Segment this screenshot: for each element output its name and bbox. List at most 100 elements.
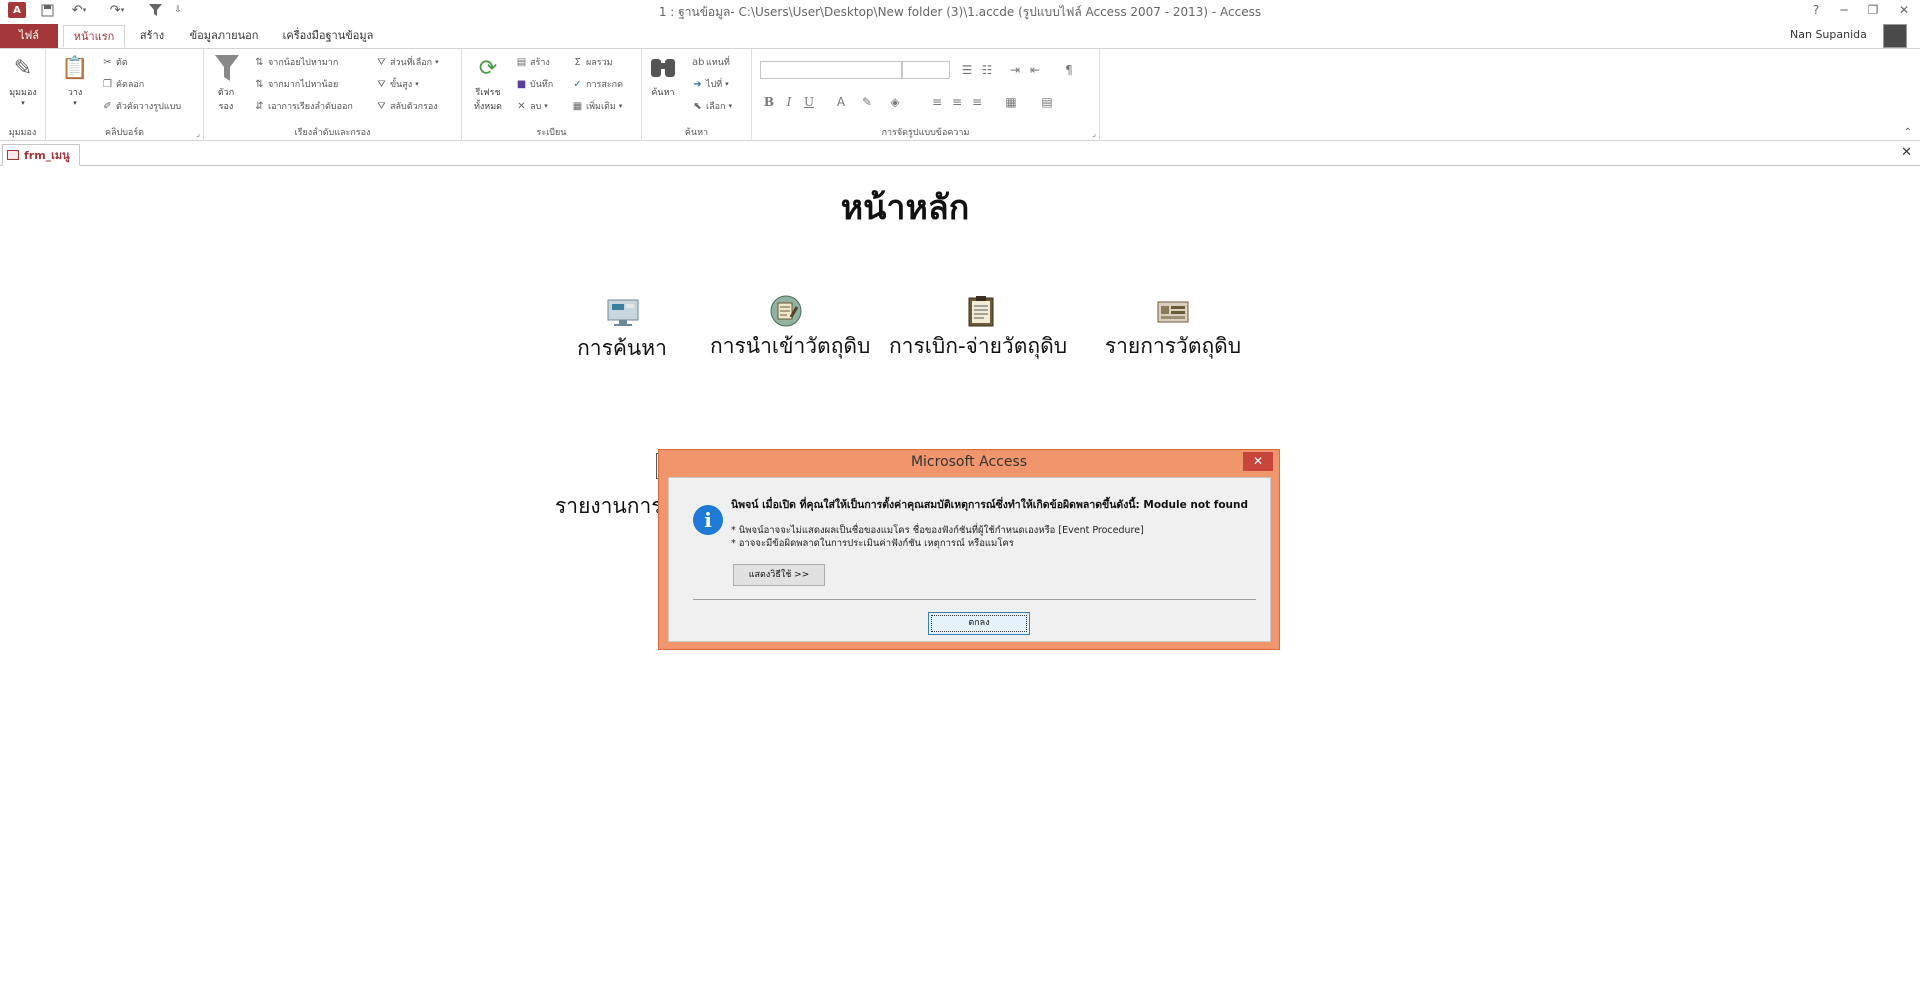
dropdown-arrow-icon: ▾ — [618, 102, 623, 110]
dropdown-arrow-icon: ▾ — [728, 102, 732, 110]
replace-icon: ab — [692, 56, 705, 68]
window-title: 1 : ฐานข้อมูล- C:\Users\User\Desktop\New… — [658, 5, 1262, 19]
paragraph-icon[interactable]: ¶ — [1060, 61, 1078, 79]
help-button[interactable]: ? — [1805, 1, 1827, 19]
copy-button[interactable]: ❐ คัดลอก — [102, 77, 144, 91]
font-size-select[interactable] — [902, 61, 950, 79]
tab-external-data[interactable]: ข้อมูลภายนอก — [186, 25, 262, 47]
save-icon: ■ — [516, 78, 527, 90]
cut-label: ตัด — [116, 58, 128, 68]
more-button[interactable]: ▦ เพิ่มเติม ▾ — [572, 99, 623, 113]
decrease-indent-icon[interactable]: ⇤ — [1026, 61, 1044, 79]
records-group-label: ระเบียน — [536, 128, 567, 138]
show-help-button[interactable]: แสดงวิธีใช้ >> — [733, 564, 825, 586]
sort-ascending-button[interactable]: ⇅ จากน้อยไปหามาก — [254, 55, 338, 69]
save-record-button[interactable]: ■ บันทึก — [516, 77, 553, 91]
selection-filter-icon: ⛛ — [377, 56, 386, 68]
bullet-list-icon[interactable]: ☰ — [958, 61, 976, 79]
tab-database-tools[interactable]: เครื่องมือฐานข้อมูล — [278, 25, 378, 47]
close-window-button[interactable]: ✕ — [1893, 1, 1915, 19]
format-painter-button[interactable]: ✐ ตัวคัดวางรูปแบบ — [102, 99, 181, 113]
restore-button[interactable]: ❐ — [1862, 1, 1884, 19]
font-name-select[interactable] — [760, 61, 902, 79]
spelling-check-icon: ✓ — [573, 78, 582, 90]
nav-report-button[interactable]: รายงานการเ — [555, 490, 670, 523]
document-tab-label: frm_เมนู — [24, 149, 70, 162]
title-bar: A ↶ ▾ ↷ ▾ ⇩ 1 : ฐานข้อมูล- C:\Users\User\D… — [0, 0, 1920, 20]
bold-button[interactable]: B — [760, 93, 778, 111]
italic-button[interactable]: I — [780, 93, 798, 111]
nav-search-button[interactable]: การค้นหา — [572, 332, 672, 365]
tab-file[interactable]: ไฟล์ — [0, 24, 58, 48]
tab-create[interactable]: สร้าง — [134, 25, 170, 47]
refresh-icon: ⟳ — [478, 56, 498, 81]
alternate-row-color-icon[interactable]: ▤ — [1038, 93, 1056, 111]
dropdown-arrow-icon: ▾ — [725, 80, 729, 88]
materials-list-icon[interactable] — [1156, 298, 1190, 328]
ok-button[interactable]: ตกลง — [928, 612, 1030, 635]
goto-button[interactable]: ➔ ไปที่ ▾ — [692, 77, 729, 91]
clipboard-icon[interactable] — [964, 295, 998, 327]
font-color-icon[interactable]: A — [832, 93, 850, 111]
refresh-all-button[interactable]: ⟳ รีเฟรชทั้งหมด — [466, 55, 510, 113]
select-button[interactable]: ⬉ เลือก ▾ — [692, 99, 732, 113]
search-computer-icon[interactable] — [606, 298, 640, 328]
gridlines-icon[interactable]: ▦ — [1002, 93, 1020, 111]
avatar[interactable] — [1883, 24, 1907, 48]
align-left-icon[interactable]: ≡ — [928, 93, 946, 111]
nav-withdraw-materials-button[interactable]: การเบิก-จ่ายวัตถุดิบ — [888, 330, 1068, 363]
underline-button[interactable]: U — [800, 93, 818, 111]
paste-button[interactable]: 📋 วาง ▾ — [58, 55, 92, 107]
highlight-icon[interactable]: ✎ — [858, 93, 876, 111]
sort-filter-group: ตัวกรอง ⇅ จากน้อยไปหามาก ⇅ จากมากไปหาน้อย … — [204, 49, 462, 141]
records-group: ⟳ รีเฟรชทั้งหมด ▤ สร้าง ■ บันทึก ✕ ลบ ▾ Σ ผลร… — [462, 49, 642, 141]
text-formatting-group-label: การจัดรูปแบบข้อความ — [881, 128, 970, 138]
error-dialog: Microsoft Access ✕ i นิพจน์ เมื่อเปิด ที… — [658, 449, 1280, 650]
dialog-close-button[interactable]: ✕ — [1243, 452, 1273, 471]
selection-button[interactable]: ⛛ ส่วนที่เลือก ▾ — [376, 55, 438, 69]
nav-import-materials-button[interactable]: การนำเข้าวัตถุดิบ — [710, 330, 870, 363]
user-name[interactable]: Nan Supanida — [1790, 28, 1867, 41]
close-document-icon[interactable]: ✕ — [1901, 145, 1912, 160]
toggle-filter-button[interactable]: ⛛ สลับตัวกรอง — [376, 99, 437, 113]
cut-button[interactable]: ✂ ตัด — [102, 55, 128, 69]
ribbon: ✎ มุมมอง ▾ มุมมอง 📋 วาง ▾ ✂ ตัด ❐ คัดลอก ✐… — [0, 48, 1920, 141]
numbered-list-icon[interactable]: ☷ — [978, 61, 996, 79]
sort-descending-button[interactable]: ⇅ จากมากไปหาน้อย — [254, 77, 338, 91]
advanced-filter-icon: ⛛ — [377, 78, 386, 90]
remove-sort-button[interactable]: ⇵ เอาการเรียงลำดับออก — [254, 99, 353, 113]
replace-button[interactable]: ab แทนที่ — [692, 55, 730, 69]
new-record-button[interactable]: ▤ สร้าง — [516, 55, 550, 69]
dialog-separator — [693, 599, 1256, 600]
minimize-button[interactable]: ─ — [1833, 1, 1855, 19]
format-painter-label: ตัวคัดวางรูปแบบ — [116, 102, 182, 112]
document-tab[interactable]: frm_เมนู — [2, 144, 80, 166]
dropdown-arrow-icon: ▾ — [21, 99, 25, 107]
dialog-launcher-icon[interactable]: ⌟ — [196, 129, 200, 138]
dialog-launcher-icon[interactable]: ⌟ — [1092, 129, 1096, 138]
increase-indent-icon[interactable]: ⇥ — [1006, 61, 1024, 79]
align-right-icon[interactable]: ≡ — [968, 93, 986, 111]
import-materials-icon[interactable] — [769, 295, 803, 327]
totals-button[interactable]: Σ ผลรวม — [572, 55, 612, 69]
form-icon — [7, 150, 19, 160]
nav-materials-list-button[interactable]: รายการวัตถุดิบ — [1100, 330, 1246, 363]
align-center-icon[interactable]: ≡ — [948, 93, 966, 111]
find-button[interactable]: ค้นหา — [648, 55, 678, 99]
collapse-ribbon-icon[interactable]: ⌃ — [1904, 127, 1912, 138]
spelling-label: การสะกด — [586, 80, 623, 90]
remove-sort-icon: ⇵ — [255, 100, 264, 112]
fill-color-icon[interactable]: ◈ — [886, 93, 904, 111]
binoculars-icon — [648, 55, 678, 83]
spelling-button[interactable]: ✓ การสะกด — [572, 77, 623, 91]
tab-home[interactable]: หน้าแรก — [63, 25, 125, 47]
paste-icon: 📋 — [61, 56, 89, 81]
filter-button[interactable]: ตัวกรอง — [212, 55, 240, 113]
delete-record-button[interactable]: ✕ ลบ ▾ — [516, 99, 547, 113]
replace-label: แทนที่ — [706, 58, 730, 68]
advanced-button[interactable]: ⛛ ขั้นสูง ▾ — [376, 77, 418, 91]
save-record-label: บันทึก — [530, 80, 554, 90]
new-record-icon: ▤ — [516, 56, 527, 68]
funnel-icon — [212, 55, 242, 83]
view-button[interactable]: ✎ มุมมอง ▾ — [3, 55, 43, 107]
